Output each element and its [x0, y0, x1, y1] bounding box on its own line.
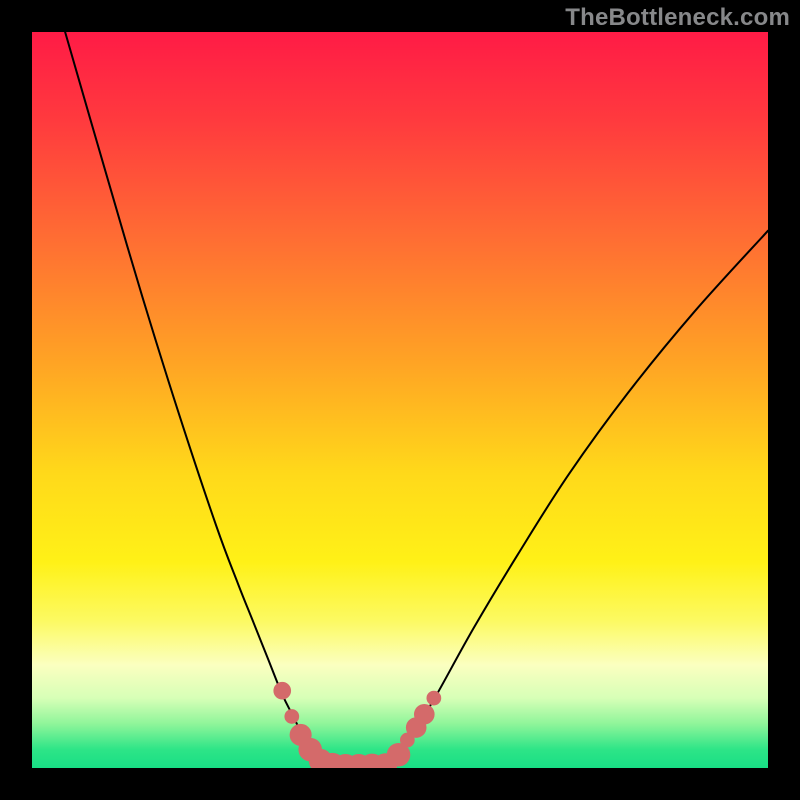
- bottleneck-curve: [32, 32, 768, 768]
- data-marker: [273, 682, 291, 700]
- data-marker: [426, 691, 441, 706]
- data-marker: [414, 704, 435, 725]
- plot-area: [32, 32, 768, 768]
- watermark-text: TheBottleneck.com: [565, 4, 790, 32]
- chart-frame: TheBottleneck.com: [0, 0, 800, 800]
- data-marker: [284, 709, 299, 724]
